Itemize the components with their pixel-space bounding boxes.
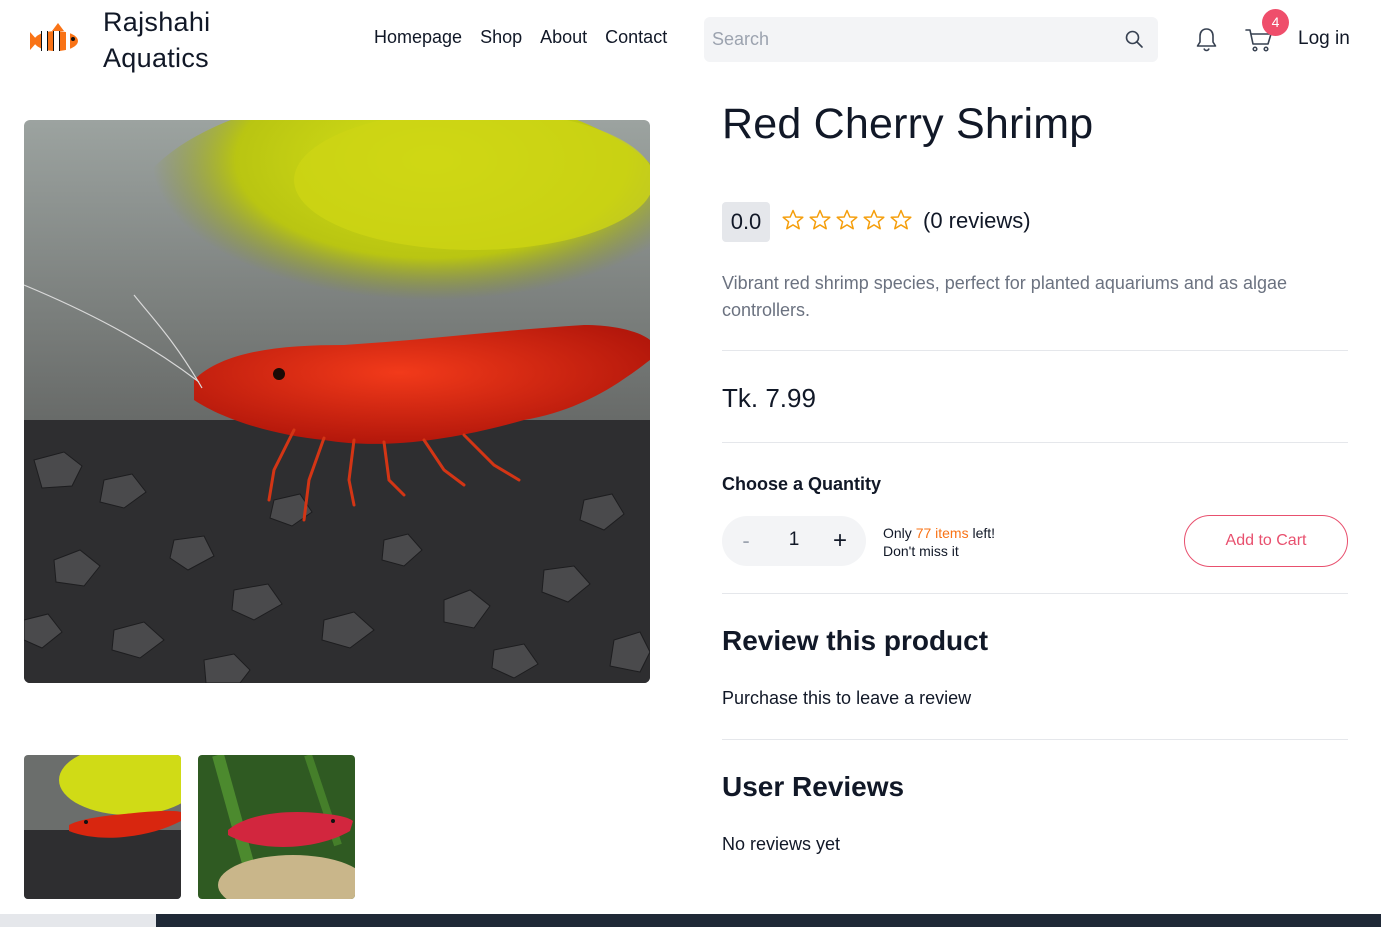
stock-suffix: left!: [968, 525, 996, 541]
product-price: Tk. 7.99: [722, 383, 816, 413]
decrease-quantity-button[interactable]: -: [736, 528, 756, 554]
review-heading: Review this product: [722, 625, 989, 656]
nav-shop[interactable]: Shop: [480, 27, 522, 48]
quantity-stepper: - 1 +: [722, 516, 866, 566]
product-main-image: [24, 120, 650, 683]
star-empty-icon: [782, 209, 804, 230]
divider: [722, 350, 1348, 351]
brand-name[interactable]: Rajshahi Aquatics: [103, 4, 210, 76]
thumbnail-2[interactable]: [198, 755, 355, 899]
rating-score: 0.0: [722, 202, 770, 242]
product-title: Red Cherry Shrimp: [722, 100, 1094, 148]
star-empty-icon: [890, 209, 912, 230]
login-link[interactable]: Log in: [1298, 28, 1350, 50]
search-icon[interactable]: [1124, 29, 1144, 49]
search-input[interactable]: [704, 17, 1114, 62]
os-taskbar-left: [0, 914, 156, 927]
stock-urgency: Don't miss it: [883, 543, 959, 559]
main-nav: Homepage Shop About Contact: [374, 27, 667, 48]
review-prompt: Purchase this to leave a review: [722, 688, 972, 708]
reviews-count[interactable]: (0 reviews): [923, 208, 1031, 234]
cart-count-badge: 4: [1262, 9, 1289, 36]
divider: [722, 739, 1348, 740]
brand-line-1: Rajshahi: [103, 7, 211, 37]
divider: [722, 593, 1348, 594]
brand-line-2: Aquatics: [103, 43, 209, 73]
thumbnail-1[interactable]: [24, 755, 181, 899]
search-bar: [704, 17, 1158, 62]
thumbnail-1-photo: [24, 755, 181, 899]
add-to-cart-button[interactable]: Add to Cart: [1184, 515, 1348, 567]
clownfish-logo-icon[interactable]: [28, 22, 84, 56]
bell-icon[interactable]: [1193, 26, 1220, 53]
shrimp-photo: [24, 120, 650, 683]
star-empty-icon: [809, 209, 831, 230]
no-reviews-text: No reviews yet: [722, 834, 841, 854]
stock-notice: Only 77 items left! Don't miss it: [883, 524, 995, 560]
quantity-label: Choose a Quantity: [722, 474, 882, 494]
divider: [722, 442, 1348, 443]
star-rating: [781, 208, 913, 232]
quantity-value[interactable]: 1: [780, 529, 808, 551]
product-description: Vibrant red shrimp species, perfect for …: [722, 273, 1287, 320]
nav-contact[interactable]: Contact: [605, 27, 667, 48]
user-reviews-heading: User Reviews: [722, 771, 905, 802]
nav-homepage[interactable]: Homepage: [374, 27, 462, 48]
stock-count: 77 items: [915, 525, 969, 541]
stock-prefix: Only: [883, 525, 916, 541]
increase-quantity-button[interactable]: +: [828, 527, 852, 555]
site-header: Rajshahi Aquatics Homepage Shop About Co…: [0, 0, 1381, 80]
os-taskbar: [0, 914, 1381, 927]
star-empty-icon: [863, 209, 885, 230]
nav-about[interactable]: About: [540, 27, 587, 48]
star-empty-icon: [836, 209, 858, 230]
thumbnail-2-photo: [198, 755, 355, 899]
